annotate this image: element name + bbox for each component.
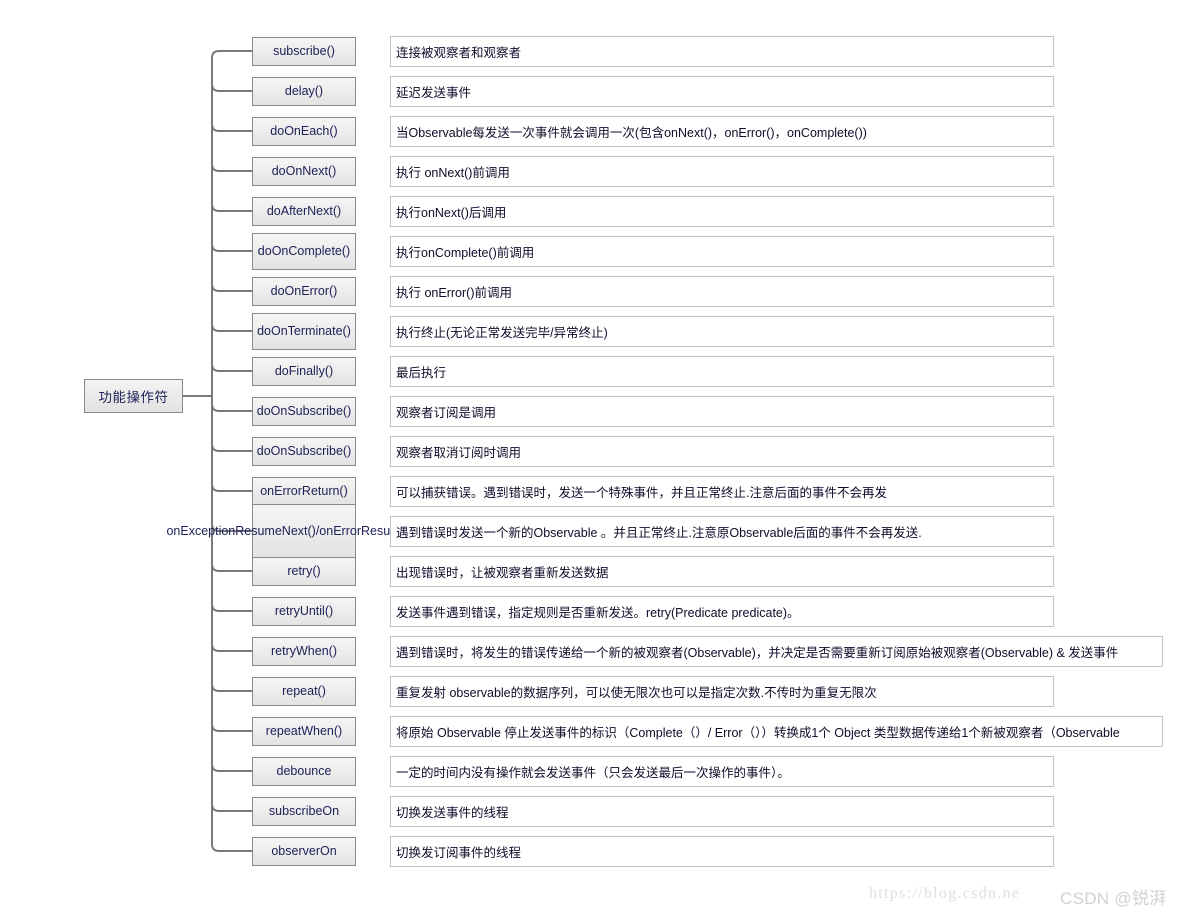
description-box: 执行终止(无论正常发送完毕/异常终止) — [390, 316, 1054, 347]
operator-node[interactable]: onExceptionResumeNext()/onErrorResumeNex… — [166, 504, 442, 558]
operator-node[interactable]: onErrorReturn() — [252, 477, 356, 506]
operator-node-label: debounce — [276, 764, 332, 778]
operator-node-label: onErrorReturn() — [260, 484, 348, 498]
operator-node[interactable]: repeat() — [252, 677, 356, 706]
description-text: 观察者订阅是调用 — [396, 406, 497, 420]
operator-node-label: doOnNext() — [271, 164, 337, 178]
description-box: 遇到错误时，将发生的错误传递给一个新的被观察者(Observable)，并决定是… — [390, 636, 1163, 667]
operator-node-label: repeatWhen() — [265, 724, 343, 738]
description-text: 延迟发送事件 — [396, 86, 472, 100]
description-text: 连接被观察者和观察者 — [396, 46, 522, 60]
description-box: 当Observable每发送一次事件就会调用一次(包含onNext()，onEr… — [390, 116, 1054, 147]
operator-node[interactable]: delay() — [252, 77, 356, 106]
operator-node-label: observerOn — [271, 844, 337, 858]
mindmap-canvas: 功能操作符 subscribe() 连接被观察者和观察者 delay() 延迟发送事件… — [0, 0, 1199, 915]
operator-node-label: retryUntil() — [274, 604, 334, 618]
operator-node[interactable]: doOnTerminate() — [252, 313, 356, 350]
description-box: 发送事件遇到错误，指定规则是否重新发送。retry(Predicate pred… — [390, 596, 1054, 627]
description-box: 将原始 Observable 停止发送事件的标识（Complete（）/ Err… — [390, 716, 1163, 747]
description-text: 出现错误时，让被观察者重新发送数据 — [396, 566, 609, 580]
description-text: 切换发订阅事件的线程 — [396, 846, 522, 860]
description-box: 执行 onNext()前调用 — [390, 156, 1054, 187]
operator-node-label: subscribe() — [273, 44, 335, 58]
description-box: 可以捕获错误。遇到错误时，发送一个特殊事件，并且正常终止.注意后面的事件不会再发 — [390, 476, 1054, 507]
operator-node-label: delay() — [284, 84, 324, 98]
operator-node-label: doOnSubscribe() — [256, 404, 352, 418]
description-box: 执行 onError()前调用 — [390, 276, 1054, 307]
description-box: 观察者取消订阅时调用 — [390, 436, 1054, 467]
description-text: 将原始 Observable 停止发送事件的标识（Complete（）/ Err… — [396, 726, 1120, 740]
operator-node[interactable]: doOnNext() — [252, 157, 356, 186]
operator-node[interactable]: debounce — [252, 757, 356, 786]
root-node[interactable]: 功能操作符 — [84, 379, 183, 413]
description-box: 执行onComplete()前调用 — [390, 236, 1054, 267]
description-box: 观察者订阅是调用 — [390, 396, 1054, 427]
operator-node[interactable]: doOnSubscribe() — [252, 397, 356, 426]
operator-node[interactable]: doOnError() — [252, 277, 356, 306]
description-box: 切换发送事件的线程 — [390, 796, 1054, 827]
description-text: 最后执行 — [396, 366, 447, 380]
description-text: 一定的时间内没有操作就会发送事件（只会发送最后一次操作的事件）。 — [396, 766, 790, 780]
description-text: 切换发送事件的线程 — [396, 806, 509, 820]
watermark-brand: CSDN @锐湃 — [1060, 889, 1167, 908]
operator-node-label: subscribeOn — [268, 804, 340, 818]
operator-node[interactable]: subscribe() — [252, 37, 356, 66]
operator-node[interactable]: observerOn — [252, 837, 356, 866]
operator-node[interactable]: retryWhen() — [252, 637, 356, 666]
operator-node[interactable]: doOnSubscribe() — [252, 437, 356, 466]
description-text: 执行onNext()后调用 — [396, 206, 507, 220]
description-text: 观察者取消订阅时调用 — [396, 446, 522, 460]
description-text: 执行onComplete()前调用 — [396, 246, 535, 260]
description-box: 延迟发送事件 — [390, 76, 1054, 107]
operator-node[interactable]: retry() — [252, 557, 356, 586]
operator-node[interactable]: repeatWhen() — [252, 717, 356, 746]
description-text: 执行终止(无论正常发送完毕/异常终止) — [396, 326, 608, 340]
description-box: 重复发射 observable的数据序列，可以使无限次也可以是指定次数.不传时为… — [390, 676, 1054, 707]
operator-node[interactable]: doOnComplete() — [252, 233, 356, 270]
operator-node[interactable]: retryUntil() — [252, 597, 356, 626]
operator-node-label: doOnComplete() — [257, 244, 351, 258]
operator-node-label: repeat() — [282, 684, 326, 698]
operator-node-label: doOnError() — [270, 284, 338, 298]
watermark-url: https://blog.csdn.ne — [869, 885, 1021, 902]
description-box: 连接被观察者和观察者 — [390, 36, 1054, 67]
operator-node-label: doFinally() — [274, 364, 334, 378]
description-box: 一定的时间内没有操作就会发送事件（只会发送最后一次操作的事件）。 — [390, 756, 1054, 787]
operator-node-label: doOnSubscribe() — [256, 444, 352, 458]
operator-node-label: doOnTerminate() — [257, 324, 351, 338]
description-text: 执行 onError()前调用 — [396, 286, 512, 300]
description-box: 切换发订阅事件的线程 — [390, 836, 1054, 867]
description-text: 当Observable每发送一次事件就会调用一次(包含onNext()，onEr… — [396, 126, 867, 140]
description-box: 最后执行 — [390, 356, 1054, 387]
operator-node-label: retryWhen() — [271, 644, 337, 658]
operator-node[interactable]: doOnEach() — [252, 117, 356, 146]
description-text: 遇到错误时发送一个新的Observable 。并且正常终止.注意原Observa… — [396, 526, 922, 540]
operator-node-label: doOnEach() — [270, 124, 338, 138]
description-box: 执行onNext()后调用 — [390, 196, 1054, 227]
description-box: 出现错误时，让被观察者重新发送数据 — [390, 556, 1054, 587]
description-text: 重复发射 observable的数据序列，可以使无限次也可以是指定次数.不传时为… — [396, 686, 877, 700]
operator-node[interactable]: subscribeOn — [252, 797, 356, 826]
operator-node[interactable]: doAfterNext() — [252, 197, 356, 226]
operator-node-label: retry() — [287, 564, 321, 578]
root-node-label: 功能操作符 — [98, 390, 169, 405]
description-text: 执行 onNext()前调用 — [396, 166, 510, 180]
operator-node[interactable]: doFinally() — [252, 357, 356, 386]
description-box: 遇到错误时发送一个新的Observable 。并且正常终止.注意原Observa… — [390, 516, 1054, 547]
description-text: 发送事件遇到错误，指定规则是否重新发送。retry(Predicate pred… — [396, 606, 800, 620]
operator-node-label: doAfterNext() — [266, 204, 342, 218]
description-text: 遇到错误时，将发生的错误传递给一个新的被观察者(Observable)，并决定是… — [396, 646, 1119, 660]
description-text: 可以捕获错误。遇到错误时，发送一个特殊事件，并且正常终止.注意后面的事件不会再发 — [396, 486, 887, 500]
